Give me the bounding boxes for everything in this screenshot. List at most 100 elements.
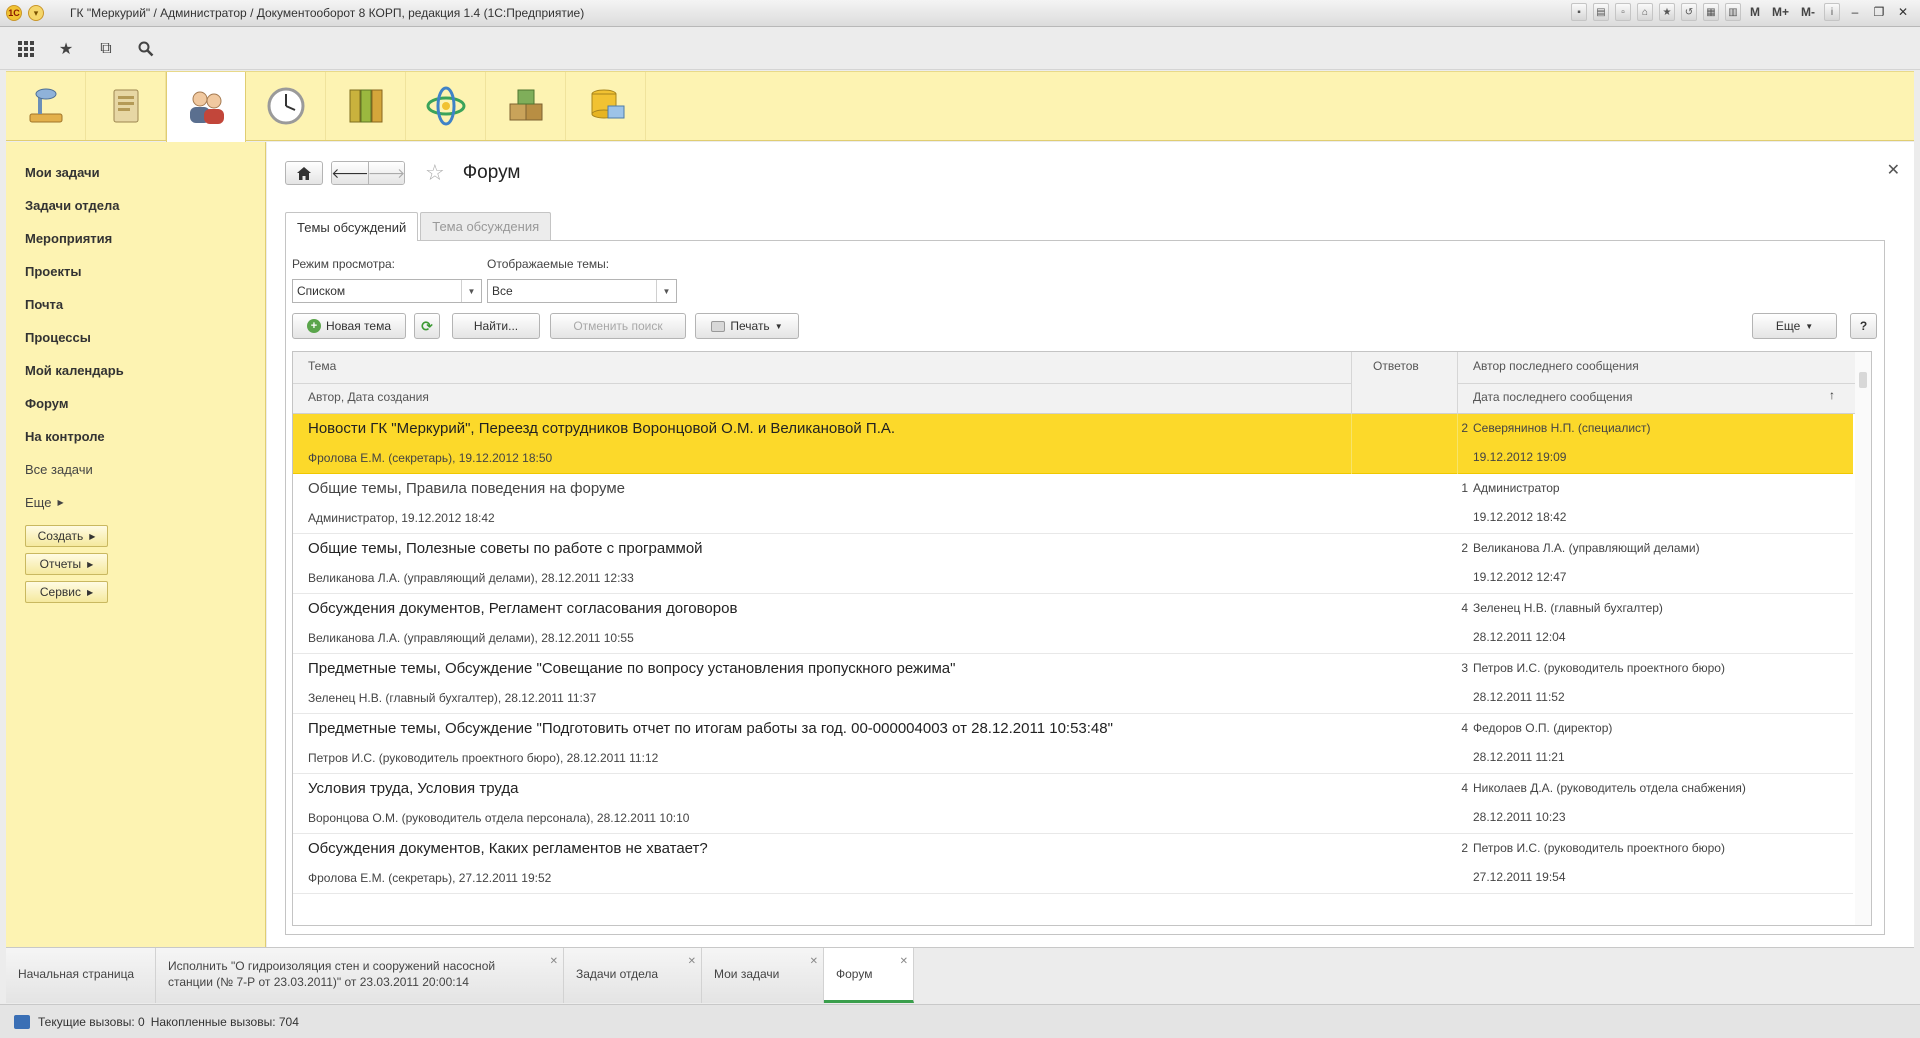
col-last-author[interactable]: Автор последнего сообщения: [1473, 359, 1639, 373]
nav-forum[interactable]: Форум: [6, 387, 265, 420]
table-row[interactable]: Общие темы, Правила поведения на форуме …: [293, 474, 1853, 534]
app-logo-icon[interactable]: 1C: [6, 5, 22, 21]
close-tab-icon[interactable]: ✕: [688, 954, 696, 970]
help-button[interactable]: ?: [1850, 313, 1877, 339]
calculator-icon[interactable]: ▦: [1702, 3, 1719, 21]
col-last-date[interactable]: Дата последнего сообщения: [1473, 390, 1633, 404]
nav-mail[interactable]: Почта: [6, 288, 265, 321]
favorites-star-icon[interactable]: ★: [56, 39, 76, 59]
minimize-icon[interactable]: –: [1846, 3, 1864, 21]
find-button[interactable]: Найти...: [452, 313, 540, 339]
table-row[interactable]: Обсуждения документов, Регламент согласо…: [293, 594, 1853, 654]
dropdown-arrow-icon[interactable]: ▼: [461, 280, 481, 302]
section-clock[interactable]: [246, 72, 326, 140]
window-tab-execute-task[interactable]: Исполнить "О гидроизоляция стен и сооруж…: [156, 948, 564, 1003]
memory-m-minus-button[interactable]: M-: [1798, 5, 1818, 19]
section-users[interactable]: [166, 72, 246, 142]
table-row[interactable]: Предметные темы, Обсуждение "Подготовить…: [293, 714, 1853, 774]
topic-author: Великанова Л.А. (управляющий делами), 28…: [308, 571, 634, 585]
topic-author: Воронцова О.М. (руководитель отдела перс…: [308, 811, 690, 825]
nav-more[interactable]: Еще ▶: [6, 486, 265, 519]
section-processes[interactable]: [406, 72, 486, 140]
topics-select[interactable]: Все ▼: [487, 279, 677, 303]
table-row[interactable]: Условия труда, Условия труда Воронцова О…: [293, 774, 1853, 834]
forward-arrow-icon[interactable]: 🡒: [368, 162, 404, 184]
memory-m-button[interactable]: M: [1747, 5, 1763, 19]
nav-department-tasks[interactable]: Задачи отдела: [6, 189, 265, 222]
close-window-icon[interactable]: ✕: [1894, 3, 1912, 21]
calendar-icon[interactable]: ▥: [1724, 3, 1741, 21]
tab-discussion-topic[interactable]: Тема обсуждения: [420, 212, 552, 240]
view-mode-select[interactable]: Списком ▼: [292, 279, 482, 303]
home-button[interactable]: [285, 161, 323, 185]
col-replies[interactable]: Ответов: [1373, 359, 1419, 373]
main-menu-icon[interactable]: ▾: [28, 5, 44, 21]
apps-grid-icon[interactable]: [16, 39, 36, 59]
scrollbar-thumb[interactable]: [1859, 372, 1867, 388]
close-tab-icon[interactable]: ✕: [900, 954, 908, 970]
create-button[interactable]: Создать ▶: [25, 525, 108, 547]
save-icon[interactable]: ▪: [1570, 3, 1587, 21]
close-tab-icon[interactable]: ✕: [550, 954, 558, 970]
close-tab-icon[interactable]: ✕: [810, 954, 818, 970]
add-to-favorites-star-icon[interactable]: ☆: [425, 160, 445, 186]
nav-events[interactable]: Мероприятия: [6, 222, 265, 255]
col-topic[interactable]: Тема: [308, 359, 336, 373]
topic-replies: 4: [1461, 601, 1468, 615]
print-button[interactable]: Печать ▼: [695, 313, 799, 339]
home-icon[interactable]: ⌂: [1636, 3, 1653, 21]
new-topic-button[interactable]: + Новая тема: [292, 313, 406, 339]
close-form-icon[interactable]: ✕: [1887, 160, 1900, 180]
refresh-icon: ⟳: [421, 317, 433, 334]
favorites-icon[interactable]: ★: [1658, 3, 1675, 21]
print-icon[interactable]: ▤: [1592, 3, 1609, 21]
table-row[interactable]: Новости ГК "Меркурий", Переезд сотрудник…: [293, 414, 1853, 474]
window-tab-label: Мои задачи: [714, 967, 780, 981]
service-button[interactable]: Сервис ▶: [25, 581, 108, 603]
view-mode-label: Режим просмотра:: [292, 257, 396, 271]
section-warehouse[interactable]: [486, 72, 566, 140]
window-tab-label: Форум: [836, 967, 873, 981]
triangle-right-icon: ▶: [86, 587, 94, 597]
reports-button[interactable]: Отчеты ▶: [25, 553, 108, 575]
section-documents[interactable]: [86, 72, 166, 140]
nav-all-tasks[interactable]: Все задачи: [6, 453, 265, 486]
cancel-search-button[interactable]: Отменить поиск: [550, 313, 686, 339]
cell-divider: [1457, 414, 1458, 474]
memory-m-plus-button[interactable]: M+: [1769, 5, 1792, 19]
sort-ascending-icon[interactable]: ↑: [1829, 388, 1835, 402]
history-icon[interactable]: ↺: [1680, 3, 1697, 21]
window-tab-forum[interactable]: Форум ✕: [824, 948, 914, 1003]
section-folders[interactable]: [326, 72, 406, 140]
nav-projects[interactable]: Проекты: [6, 255, 265, 288]
nav-processes[interactable]: Процессы: [6, 321, 265, 354]
search-icon[interactable]: [136, 39, 156, 59]
server-calls-icon[interactable]: [14, 1014, 30, 1029]
nav-my-calendar[interactable]: Мой календарь: [6, 354, 265, 387]
page-title: Форум: [462, 162, 521, 183]
back-arrow-icon[interactable]: 🡐: [332, 162, 369, 184]
tab-discussion-topics[interactable]: Темы обсуждений: [285, 212, 419, 241]
window-title: ГК "Меркурий" / Администратор / Документ…: [70, 6, 585, 20]
dropdown-arrow-icon[interactable]: ▼: [656, 280, 676, 302]
topic-last-author: Николаев Д.А. (руководитель отдела снабж…: [1473, 781, 1746, 795]
window-tab-my-tasks[interactable]: Мои задачи ✕: [702, 948, 824, 1003]
section-desk[interactable]: [6, 72, 86, 140]
table-row[interactable]: Обсуждения документов, Каких регламентов…: [293, 834, 1853, 894]
nav-on-control[interactable]: На контроле: [6, 420, 265, 453]
nav-my-tasks[interactable]: Мои задачи: [6, 156, 265, 189]
table-scrollbar[interactable]: [1855, 352, 1871, 925]
table-row[interactable]: Общие темы, Полезные советы по работе с …: [293, 534, 1853, 594]
section-database[interactable]: [566, 72, 646, 140]
history-icon[interactable]: ⧉: [96, 39, 116, 59]
info-icon[interactable]: i: [1824, 3, 1840, 21]
table-row[interactable]: Предметные темы, Обсуждение "Совещание п…: [293, 654, 1853, 714]
window-tab-home[interactable]: Начальная страница: [6, 948, 156, 1003]
col-author-date[interactable]: Автор, Дата создания: [308, 390, 429, 404]
preview-icon[interactable]: ▫: [1614, 3, 1631, 21]
refresh-button[interactable]: ⟳: [414, 313, 440, 339]
window-tab-department-tasks[interactable]: Задачи отдела ✕: [564, 948, 702, 1003]
restore-icon[interactable]: ❐: [1870, 3, 1888, 21]
topic-last-author: Северянинов Н.П. (специалист): [1473, 421, 1651, 435]
more-button[interactable]: Еще ▼: [1752, 313, 1837, 339]
